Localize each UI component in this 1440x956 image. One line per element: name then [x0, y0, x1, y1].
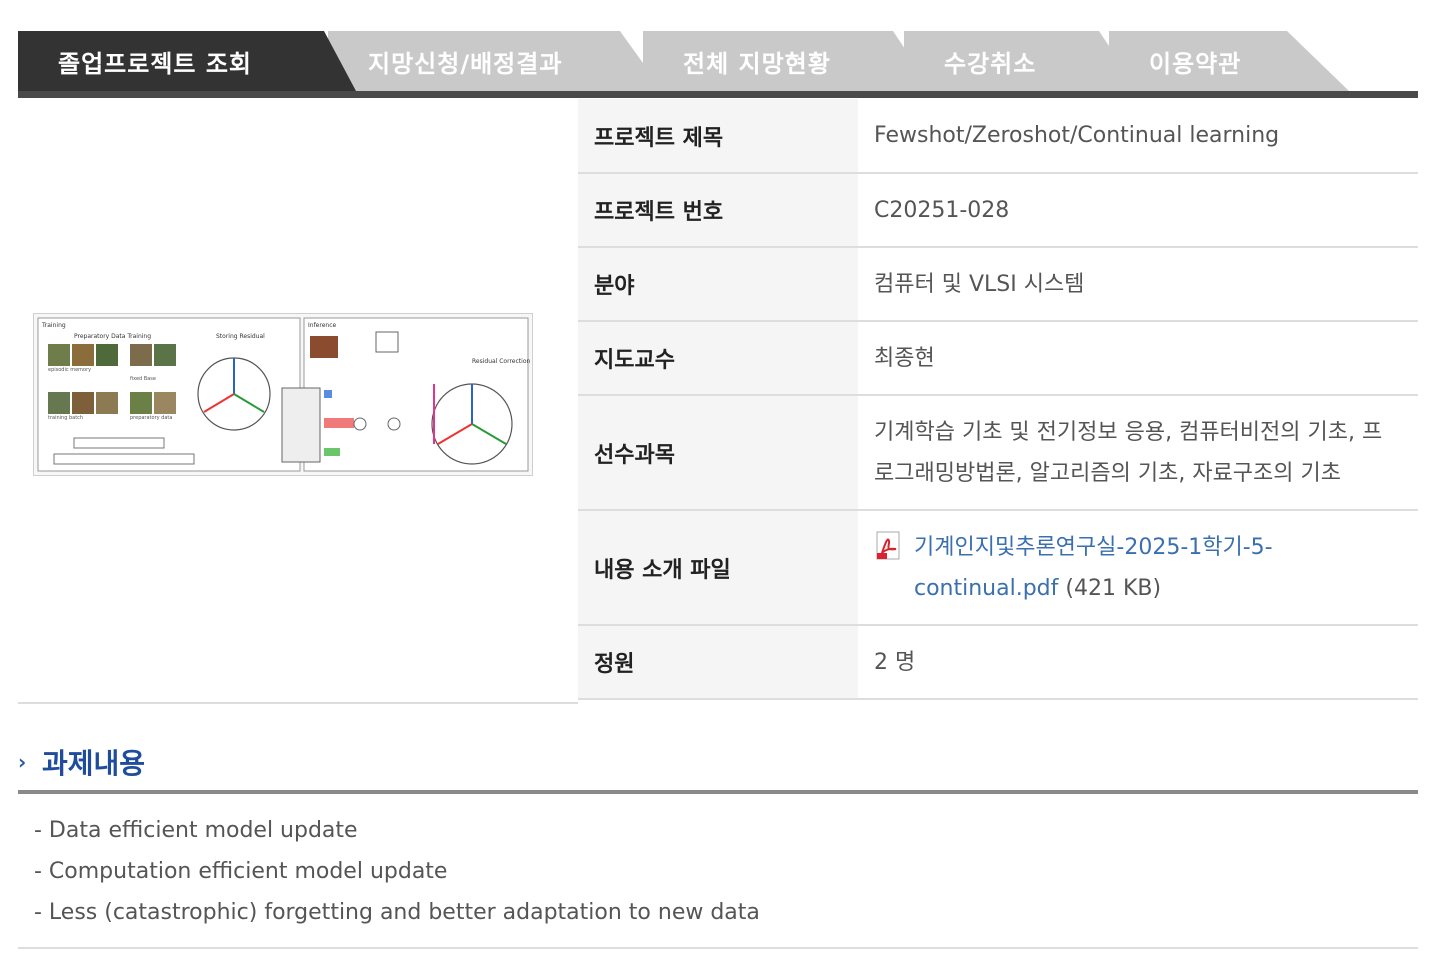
capacity-value: 2 명	[874, 649, 916, 675]
list-item: - Less (catastrophic) forgetting and bet…	[34, 900, 760, 925]
tab-navigation: 졸업프로젝트 조회 지망신청/배정결과 전체 지망현황 수강취소 이용약관	[18, 31, 1418, 99]
row-number: 프로젝트 번호 C20251-028	[578, 173, 1418, 247]
tab-terms[interactable]: 이용약관	[1109, 31, 1349, 91]
divider	[18, 702, 578, 704]
episodic-label: episodic memory	[48, 367, 91, 373]
prereq-value: 기계학습 기초 및 전기정보 응용, 컴퓨터비전의 기초, 프 로그래밍방법론,…	[858, 395, 1418, 510]
prep-label: Preparatory Data Training	[74, 333, 151, 340]
title-label: 프로젝트 제목	[578, 99, 858, 173]
prereq-line-1: 기계학습 기초 및 전기정보 응용, 컴퓨터비전의 기초, 프	[874, 419, 1383, 445]
inference-label: Inference	[308, 322, 337, 329]
row-file: 내용 소개 파일 기계인지및추론연구실-2025-1학기-5- continual…	[578, 510, 1418, 625]
training-batch-label: training batch	[48, 415, 83, 421]
list-item: - Computation efficient model update	[34, 859, 448, 884]
title-value: Fewshot/Zeroshot/Continual learning	[874, 123, 1280, 148]
file-label: 내용 소개 파일	[578, 510, 858, 625]
method-diagram: Training Preparatory Data Training Stori…	[37, 317, 530, 472]
file-link-line-2[interactable]: continual.pdf	[914, 576, 1058, 601]
section-header: › 과제내용	[18, 740, 145, 784]
list-item: - Data efficient model update	[34, 818, 358, 843]
section-title: 과제내용	[42, 747, 146, 780]
number-label: 프로젝트 번호	[578, 173, 858, 247]
tab-course-cancel[interactable]: 수강취소	[904, 31, 1139, 91]
project-thumbnail: Training Preparatory Data Training Stori…	[33, 313, 533, 476]
field-value: 컴퓨터 및 VLSI 시스템	[874, 271, 1085, 297]
tab-underline	[18, 91, 1418, 98]
section-divider	[18, 790, 1418, 794]
capacity-label: 정원	[578, 625, 858, 699]
section-content-list: - Data efficient model update - Computat…	[34, 810, 760, 933]
tab-application-result[interactable]: 지망신청/배정결과	[328, 31, 663, 91]
fixed-label: fixed Base	[130, 376, 156, 382]
tab-overall-status[interactable]: 전체 지망현황	[643, 31, 933, 91]
prereq-line-2: 로그래밍방법론, 알고리즘의 기초, 자료구조의 기초	[874, 460, 1342, 486]
chevron-right-icon: ›	[18, 750, 27, 774]
prereq-label: 선수과목	[578, 395, 858, 510]
residual-correction-label: Residual Correction	[472, 358, 530, 365]
row-advisor: 지도교수 최종현	[578, 321, 1418, 395]
file-value: 기계인지및추론연구실-2025-1학기-5- continual.pdf (421…	[858, 510, 1418, 625]
advisor-value: 최종현	[874, 345, 935, 371]
row-field: 분야 컴퓨터 및 VLSI 시스템	[578, 247, 1418, 321]
row-capacity: 정원 2 명	[578, 625, 1418, 699]
row-title: 프로젝트 제목 Fewshot/Zeroshot/Continual learn…	[578, 99, 1418, 173]
advisor-label: 지도교수	[578, 321, 858, 395]
pdf-icon	[874, 531, 904, 561]
tab-graduation-project-search[interactable]: 졸업프로젝트 조회	[18, 31, 356, 91]
number-value: C20251-028	[874, 197, 1010, 223]
bottom-divider	[18, 947, 1418, 949]
training-label: Training	[41, 322, 66, 329]
field-label: 분야	[578, 247, 858, 321]
project-info-table: 프로젝트 제목 Fewshot/Zeroshot/Continual learn…	[578, 99, 1418, 700]
preparatory-label: preparatory data	[130, 415, 172, 421]
file-link-line-1[interactable]: 기계인지및추론연구실-2025-1학기-5-	[914, 535, 1273, 560]
row-prerequisites: 선수과목 기계학습 기초 및 전기정보 응용, 컴퓨터비전의 기초, 프 로그래…	[578, 395, 1418, 510]
storing-label: Storing Residual	[216, 333, 265, 340]
file-size: (421 KB)	[1065, 575, 1162, 601]
